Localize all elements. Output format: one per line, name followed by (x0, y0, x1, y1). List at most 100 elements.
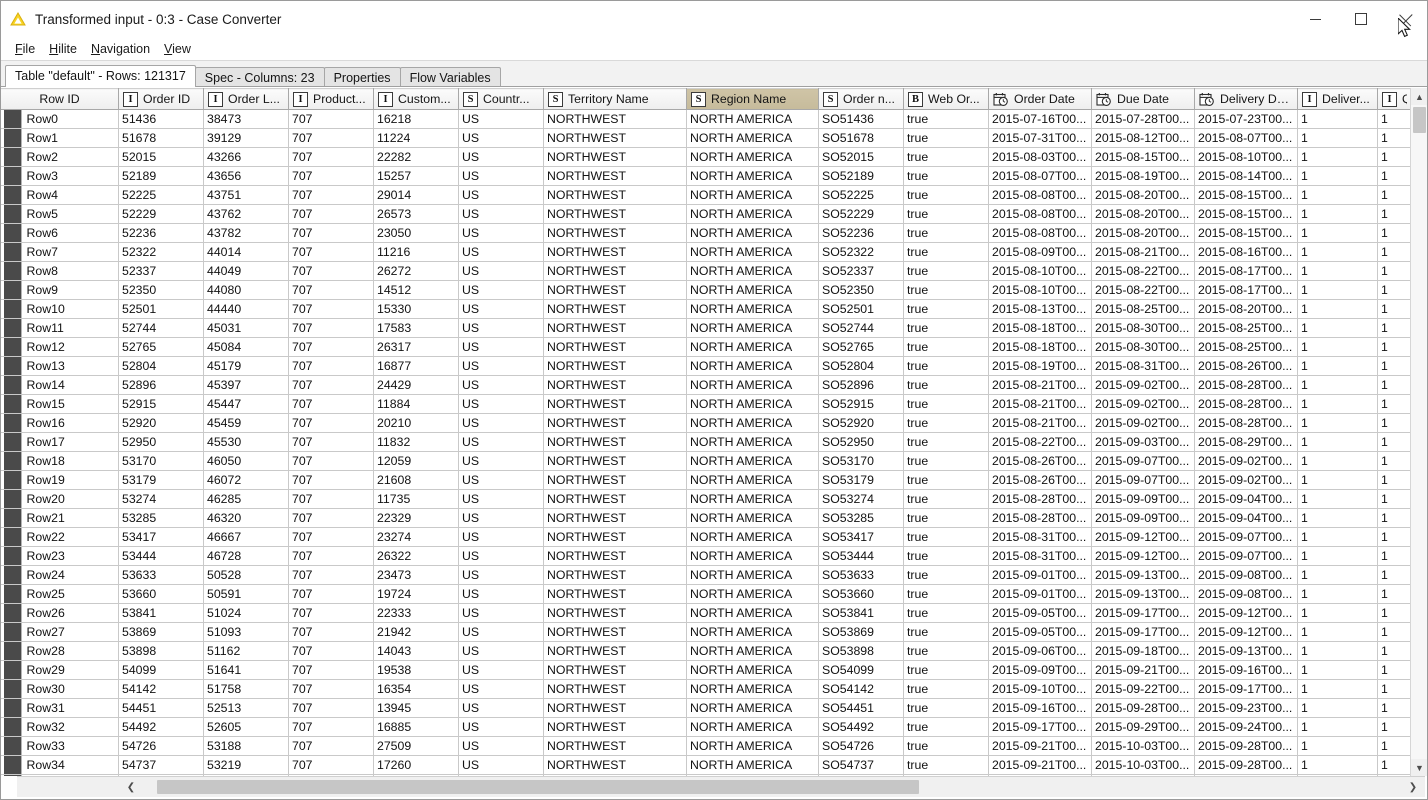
table-row[interactable]: Row16529204545970720210USNORTHWESTNORTH … (1, 414, 1411, 433)
table-cell[interactable]: 1 (1378, 699, 1411, 718)
table-cell[interactable]: true (904, 718, 989, 737)
table-cell[interactable]: NORTH AMERICA (687, 642, 819, 661)
table-cell[interactable]: 1 (1378, 547, 1411, 566)
table-cell[interactable]: true (904, 414, 989, 433)
table-cell[interactable]: 53285 (119, 509, 204, 528)
table-cell[interactable]: NORTHWEST (544, 528, 687, 547)
table-cell[interactable]: 19724 (374, 585, 459, 604)
table-cell[interactable]: NORTHWEST (544, 243, 687, 262)
table-cell[interactable]: 2015-09-12T00... (1092, 547, 1195, 566)
table-cell[interactable]: true (904, 224, 989, 243)
row-id-cell[interactable]: Row25 (1, 585, 119, 604)
table-cell[interactable]: 1 (1298, 433, 1378, 452)
horizontal-scroll-thumb[interactable] (157, 780, 919, 794)
table-cell[interactable]: 45084 (204, 338, 289, 357)
table-cell[interactable]: 2015-08-12T00... (1092, 129, 1195, 148)
table-cell[interactable]: NORTH AMERICA (687, 566, 819, 585)
table-cell[interactable]: 707 (289, 262, 374, 281)
table-cell[interactable]: 2015-08-15T00... (1195, 205, 1298, 224)
table-cell[interactable]: 52501 (119, 300, 204, 319)
table-cell[interactable]: true (904, 205, 989, 224)
table-cell[interactable]: 2015-09-24T00... (1195, 718, 1298, 737)
table-cell[interactable]: NORTH AMERICA (687, 547, 819, 566)
table-cell[interactable]: NORTH AMERICA (687, 281, 819, 300)
table-cell[interactable]: 44440 (204, 300, 289, 319)
table-cell[interactable]: SO54451 (819, 699, 904, 718)
table-cell[interactable]: SO53869 (819, 623, 904, 642)
table-cell[interactable]: 1 (1378, 566, 1411, 585)
table-cell[interactable]: 51436 (119, 110, 204, 129)
table-cell[interactable]: 46072 (204, 471, 289, 490)
table-cell[interactable]: 50591 (204, 585, 289, 604)
table-cell[interactable]: 2015-09-09T00... (989, 661, 1092, 680)
table-cell[interactable]: 2015-09-17T00... (1092, 604, 1195, 623)
table-cell[interactable]: 1 (1298, 167, 1378, 186)
table-cell[interactable]: 23050 (374, 224, 459, 243)
table-cell[interactable]: true (904, 585, 989, 604)
table-cell[interactable]: 52915 (119, 395, 204, 414)
table-cell[interactable]: 1 (1378, 338, 1411, 357)
table-row[interactable]: Row14528964539770724429USNORTHWESTNORTH … (1, 376, 1411, 395)
table-cell[interactable]: 1 (1298, 110, 1378, 129)
table-cell[interactable]: NORTH AMERICA (687, 357, 819, 376)
table-cell[interactable]: 2015-09-21T00... (989, 737, 1092, 756)
table-cell[interactable]: 2015-08-31T00... (1092, 357, 1195, 376)
table-cell[interactable]: 2015-08-26T00... (1195, 357, 1298, 376)
table-cell[interactable]: 12059 (374, 452, 459, 471)
table-cell[interactable]: SO53898 (819, 642, 904, 661)
table-cell[interactable]: NORTH AMERICA (687, 604, 819, 623)
table-row[interactable]: Row17529504553070711832USNORTHWESTNORTH … (1, 433, 1411, 452)
table-cell[interactable]: 29014 (374, 186, 459, 205)
table-cell[interactable]: 707 (289, 528, 374, 547)
table-cell[interactable]: 2015-09-07T00... (1092, 471, 1195, 490)
table-cell[interactable]: 2015-08-10T00... (989, 281, 1092, 300)
table-cell[interactable]: 707 (289, 756, 374, 775)
table-cell[interactable]: 1 (1298, 262, 1378, 281)
table-cell[interactable]: 54726 (119, 737, 204, 756)
table-row[interactable]: Row18531704605070712059USNORTHWESTNORTH … (1, 452, 1411, 471)
table-cell[interactable]: 21942 (374, 623, 459, 642)
table-cell[interactable]: 2015-09-23T00... (1195, 699, 1298, 718)
table-cell[interactable]: 11832 (374, 433, 459, 452)
table-cell[interactable]: 707 (289, 642, 374, 661)
table-cell[interactable]: 1 (1378, 528, 1411, 547)
menu-view[interactable]: View (157, 41, 198, 58)
table-cell[interactable]: 15257 (374, 167, 459, 186)
table-cell[interactable]: 2015-08-15T00... (1195, 224, 1298, 243)
table-cell[interactable]: 52804 (119, 357, 204, 376)
table-row[interactable]: Row9523504408070714512USNORTHWESTNORTH A… (1, 281, 1411, 300)
table-cell[interactable]: SO54099 (819, 661, 904, 680)
row-id-cell[interactable]: Row26 (1, 604, 119, 623)
table-cell[interactable]: NORTH AMERICA (687, 718, 819, 737)
table-cell[interactable]: 50528 (204, 566, 289, 585)
table-cell[interactable]: 11735 (374, 490, 459, 509)
table-cell[interactable]: true (904, 319, 989, 338)
table-cell[interactable]: 2015-09-10T00... (989, 680, 1092, 699)
table-cell[interactable]: NORTH AMERICA (687, 699, 819, 718)
column-header-7[interactable]: SRegion Name (687, 89, 819, 110)
column-header-4[interactable]: ICustom... (374, 89, 459, 110)
row-id-cell[interactable]: Row33 (1, 737, 119, 756)
column-header-9[interactable]: BWeb Or... (904, 89, 989, 110)
table-cell[interactable]: true (904, 452, 989, 471)
table-cell[interactable]: 1 (1298, 737, 1378, 756)
table-cell[interactable]: true (904, 376, 989, 395)
table-cell[interactable]: NORTH AMERICA (687, 737, 819, 756)
table-cell[interactable]: US (459, 509, 544, 528)
row-id-cell[interactable]: Row29 (1, 661, 119, 680)
table-cell[interactable]: 707 (289, 186, 374, 205)
table-cell[interactable]: 1 (1298, 224, 1378, 243)
table-cell[interactable]: 2015-08-21T00... (989, 414, 1092, 433)
table-cell[interactable]: 1 (1378, 604, 1411, 623)
table-cell[interactable]: 21608 (374, 471, 459, 490)
table-cell[interactable]: NORTHWEST (544, 129, 687, 148)
row-id-cell[interactable]: Row24 (1, 566, 119, 585)
table-cell[interactable]: true (904, 661, 989, 680)
table-cell[interactable]: NORTH AMERICA (687, 661, 819, 680)
table-cell[interactable]: US (459, 205, 544, 224)
table-cell[interactable]: 1 (1298, 604, 1378, 623)
table-cell[interactable]: 707 (289, 376, 374, 395)
table-cell[interactable]: 2015-08-28T00... (989, 490, 1092, 509)
table-cell[interactable]: 2015-09-06T00... (989, 642, 1092, 661)
table-cell[interactable]: 1 (1298, 319, 1378, 338)
